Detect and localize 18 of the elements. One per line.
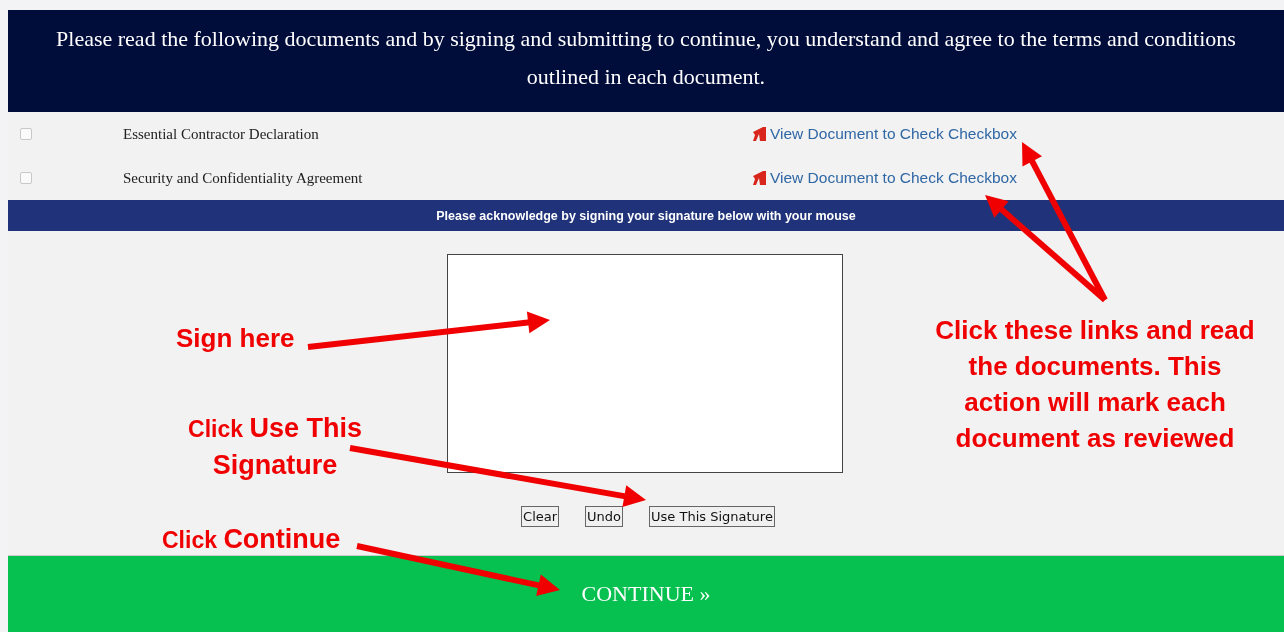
signature-button[interactable]: Clear	[521, 506, 560, 527]
view-document-link[interactable]: View Document to Check Checkbox	[770, 169, 1017, 187]
document-name: Security and Confidentiality Agreement	[123, 169, 364, 187]
document-name: Essential Contractor Declaration	[123, 125, 320, 143]
pdf-icon	[751, 126, 767, 142]
signature-pad[interactable]	[447, 254, 843, 473]
annotation-text: Click Use This Signature	[187, 412, 363, 482]
pdf-icon	[751, 170, 767, 186]
annotation-text: Click Continue	[162, 523, 341, 556]
annotation-text: Click these links and read the documents. This action will mark each document as reviewed	[934, 314, 1256, 455]
annotation-text: Sign here	[176, 322, 295, 355]
view-document-link[interactable]: View Document to Check Checkbox	[770, 125, 1017, 143]
signature-button[interactable]: Undo	[585, 506, 624, 527]
signature-instruction: Please acknowledge by signing your signature below with your mouse	[436, 208, 856, 223]
signature-button[interactable]: Use This Signature	[649, 506, 775, 527]
document-checkbox[interactable]	[20, 172, 32, 184]
document-checkbox[interactable]	[20, 128, 32, 140]
instructions-text: Please read the following documents and by signing and submitting to continue, you understand and agree to the terms and conditions outlined in each document.	[55, 25, 1237, 91]
